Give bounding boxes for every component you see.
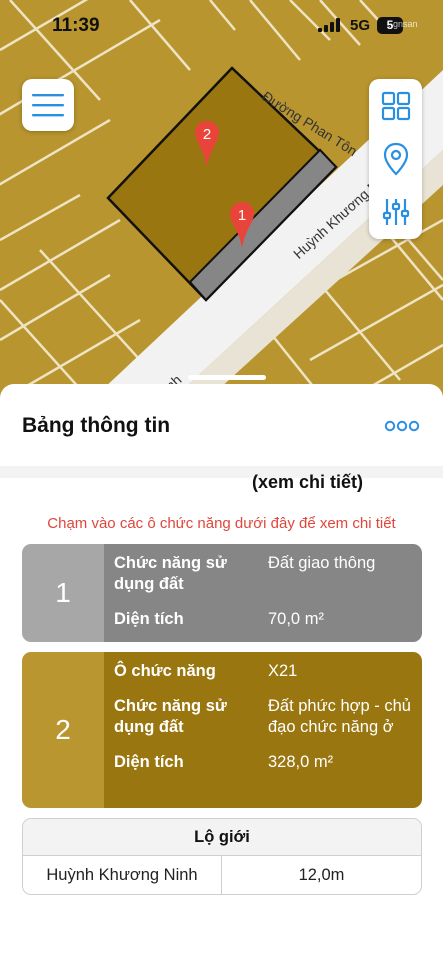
- card-row: Chức năng sử dụng đất Đất phức hợp - chủ…: [114, 696, 422, 738]
- street-name: Huỳnh Khương Ninh: [23, 856, 222, 894]
- function-card-2[interactable]: 2 Ô chức năng X21 Chức năng sử dụng đất …: [22, 652, 422, 808]
- lo-gioi-table: Lộ giới Huỳnh Khương Ninh 12,0m: [22, 818, 422, 895]
- row-key: Ô chức năng: [114, 662, 216, 680]
- row-value: 328,0 m²: [268, 753, 334, 771]
- sliders-icon: [382, 198, 409, 225]
- status-bar: 11:39 5G 5 ..gnsan: [0, 0, 443, 54]
- hamburger-icon: [32, 94, 64, 117]
- row-value: 70,0 m²: [268, 610, 324, 628]
- map-marker-2[interactable]: 2: [194, 119, 220, 169]
- more-icon[interactable]: [384, 419, 420, 433]
- grid-icon: [381, 91, 410, 120]
- filter-button[interactable]: [369, 185, 422, 238]
- card-number: 1: [22, 544, 104, 642]
- card-row: Ô chức năng X21: [114, 661, 422, 682]
- row-key: Diện tích: [114, 753, 184, 771]
- card-number: 2: [22, 652, 104, 808]
- row-key: Diện tích: [114, 610, 184, 628]
- lo-gioi-header: Lộ giới: [23, 819, 421, 856]
- view-detail-link[interactable]: (xem chi tiết): [252, 472, 363, 493]
- location-pin-icon: [383, 142, 408, 176]
- watermark: ..gnsan: [388, 19, 418, 29]
- marker-pin-icon: 2: [195, 121, 219, 167]
- sheet-title: Bảng thông tin: [22, 414, 171, 437]
- marker-label: 2: [203, 126, 211, 143]
- status-time: 11:39: [52, 15, 100, 36]
- map-tools: [369, 79, 422, 239]
- sheet-handle[interactable]: [188, 375, 266, 380]
- card-row: Diện tích 328,0 m²: [114, 752, 422, 773]
- row-value: X21: [268, 662, 298, 680]
- grid-button[interactable]: [369, 79, 422, 132]
- card-row: Chức năng sử dụng đất Đất giao thông: [114, 553, 422, 595]
- function-card-1[interactable]: 1 Chức năng sử dụng đất Đất giao thông D…: [22, 544, 422, 642]
- marker-label: 1: [238, 207, 246, 224]
- map-view[interactable]: 2 1 Đường Phan Tôn Huỳnh Khương Ni inh: [0, 0, 443, 420]
- row-value: Đất giao thông: [268, 554, 376, 572]
- divider: [0, 466, 443, 478]
- network-label: 5G: [350, 17, 371, 34]
- signal-icon: [318, 18, 340, 32]
- location-button[interactable]: [369, 132, 422, 185]
- row-key: Chức năng sử dụng đất: [114, 697, 227, 736]
- marker-pin-icon: 1: [230, 202, 254, 248]
- street-width: 12,0m: [298, 866, 345, 884]
- row-key: Chức năng sử dụng đất: [114, 554, 227, 593]
- row-value: Đất phức hợp - chủ đạo chức năng ở: [268, 697, 411, 736]
- info-sheet[interactable]: Bảng thông tin (xem chi tiết) Chạm vào c…: [0, 375, 443, 960]
- card-row: Diện tích 70,0 m²: [114, 609, 422, 630]
- table-row: Huỳnh Khương Ninh 12,0m: [23, 856, 421, 894]
- menu-button[interactable]: [22, 79, 74, 131]
- map-marker-1[interactable]: 1: [229, 200, 255, 250]
- hint-text: Chạm vào các ô chức năng dưới đây để xem…: [47, 515, 396, 532]
